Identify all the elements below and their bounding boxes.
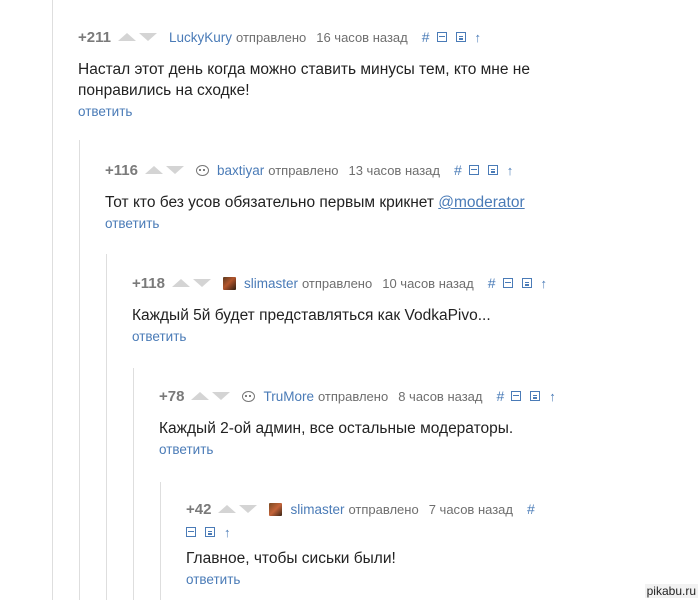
permalink-hash-icon[interactable]: # [527, 501, 535, 517]
permalink-hash-icon[interactable]: # [454, 162, 462, 178]
comment: +116 baxtiyar отправлено 13 часов назад … [105, 160, 575, 233]
comment: +118 slimaster отправлено 10 часов назад… [132, 273, 602, 346]
collapse-icon[interactable] [511, 391, 522, 401]
comment: +78 TruMore отправлено 8 часов назад # ↑… [159, 386, 629, 459]
vote-up-icon[interactable] [191, 392, 210, 400]
comment-time[interactable]: 16 часов назад [316, 30, 408, 45]
comment-rating: +118 [132, 274, 165, 292]
permalink-hash-icon[interactable]: # [488, 275, 496, 291]
vote-up-icon[interactable] [218, 505, 237, 513]
vote-up-icon[interactable] [171, 279, 190, 287]
vote-down-icon[interactable] [239, 505, 258, 513]
comment-time[interactable]: 13 часов назад [348, 163, 440, 178]
comment: +42 slimaster отправлено 7 часов назад #… [186, 499, 546, 589]
sent-label: отправлено [301, 275, 373, 291]
collapse-icon[interactable] [436, 32, 447, 42]
comment-text: Главное, чтобы сиськи были! [186, 550, 396, 567]
thread-line [79, 140, 80, 600]
vote-down-icon[interactable] [138, 33, 157, 41]
reply-link[interactable]: ответить [186, 572, 240, 587]
comment-header: +211 LuckyKury отправлено 16 часов назад… [78, 27, 548, 47]
comment-controls: ↑ [186, 523, 546, 541]
reply-link[interactable]: ответить [78, 104, 132, 119]
parent-arrow-icon[interactable]: ↑ [224, 525, 231, 540]
comment-rating: +42 [186, 500, 212, 518]
comment-rating: +78 [159, 387, 185, 405]
save-icon[interactable] [521, 278, 532, 288]
collapse-icon[interactable] [502, 278, 513, 288]
comment-text: Каждый 2-ой админ, все остальные модерат… [159, 420, 514, 437]
comment-time[interactable]: 8 часов назад [398, 389, 482, 404]
sent-label: отправлено [348, 501, 419, 517]
comment-text: Каждый 5й будет представляться как Vodka… [132, 307, 491, 324]
permalink-hash-icon[interactable]: # [422, 29, 430, 45]
comment-header: +78 TruMore отправлено 8 часов назад # ↑ [159, 386, 629, 406]
vote-up-icon[interactable] [144, 166, 163, 174]
save-icon[interactable] [455, 32, 466, 42]
sent-label: отправлено [268, 162, 339, 178]
mention-link[interactable]: @moderator [438, 194, 524, 211]
reply-link[interactable]: ответить [105, 216, 159, 231]
comment: +211 LuckyKury отправлено 16 часов назад… [78, 27, 548, 121]
comment-header: +118 slimaster отправлено 10 часов назад… [132, 273, 602, 293]
parent-arrow-icon[interactable]: ↑ [549, 389, 556, 404]
collapse-icon[interactable] [468, 165, 479, 175]
comment-header: +42 slimaster отправлено 7 часов назад # [186, 499, 546, 519]
comment-text: Тот кто без усов обязательно первым крик… [105, 192, 575, 213]
save-icon[interactable] [205, 527, 215, 537]
permalink-hash-icon[interactable]: # [496, 388, 504, 404]
comment-rating: +211 [78, 28, 111, 46]
avatar-icon[interactable] [195, 164, 209, 176]
comment-text-body: Тот кто без усов обязательно первым крик… [105, 194, 439, 211]
thread-line [160, 482, 161, 600]
avatar-icon[interactable] [242, 390, 256, 402]
vote-down-icon[interactable] [192, 279, 211, 287]
username-link[interactable]: slimaster [244, 276, 298, 291]
username-link[interactable]: LuckyKury [169, 30, 232, 45]
parent-arrow-icon[interactable]: ↑ [475, 30, 482, 45]
username-link[interactable]: baxtiyar [217, 163, 264, 178]
avatar-icon[interactable] [269, 502, 283, 516]
comment-rating: +116 [105, 161, 138, 179]
thread-line [133, 368, 134, 600]
avatar-icon[interactable] [222, 276, 236, 290]
sent-label: отправлено [236, 29, 307, 45]
username-link[interactable]: slimaster [290, 502, 344, 517]
sent-label: отправлено [317, 388, 389, 404]
comment-time[interactable]: 10 часов назад [382, 276, 474, 291]
vote-up-icon[interactable] [117, 33, 136, 41]
vote-down-icon[interactable] [212, 392, 231, 400]
save-icon[interactable] [530, 391, 541, 401]
comment-header: +116 baxtiyar отправлено 13 часов назад … [105, 160, 575, 180]
username-link[interactable]: TruMore [263, 389, 314, 404]
parent-arrow-icon[interactable]: ↑ [507, 163, 514, 178]
comment-text: Настал этот день когда можно ставить мин… [78, 61, 530, 99]
collapse-icon[interactable] [186, 527, 196, 537]
thread-line [52, 0, 53, 600]
parent-arrow-icon[interactable]: ↑ [541, 276, 548, 291]
comment-time[interactable]: 7 часов назад [429, 502, 513, 517]
reply-link[interactable]: ответить [132, 329, 186, 344]
watermark: pikabu.ru [644, 584, 698, 598]
reply-link[interactable]: ответить [159, 442, 213, 457]
thread-line [106, 254, 107, 600]
vote-down-icon[interactable] [165, 166, 184, 174]
save-icon[interactable] [487, 165, 498, 175]
